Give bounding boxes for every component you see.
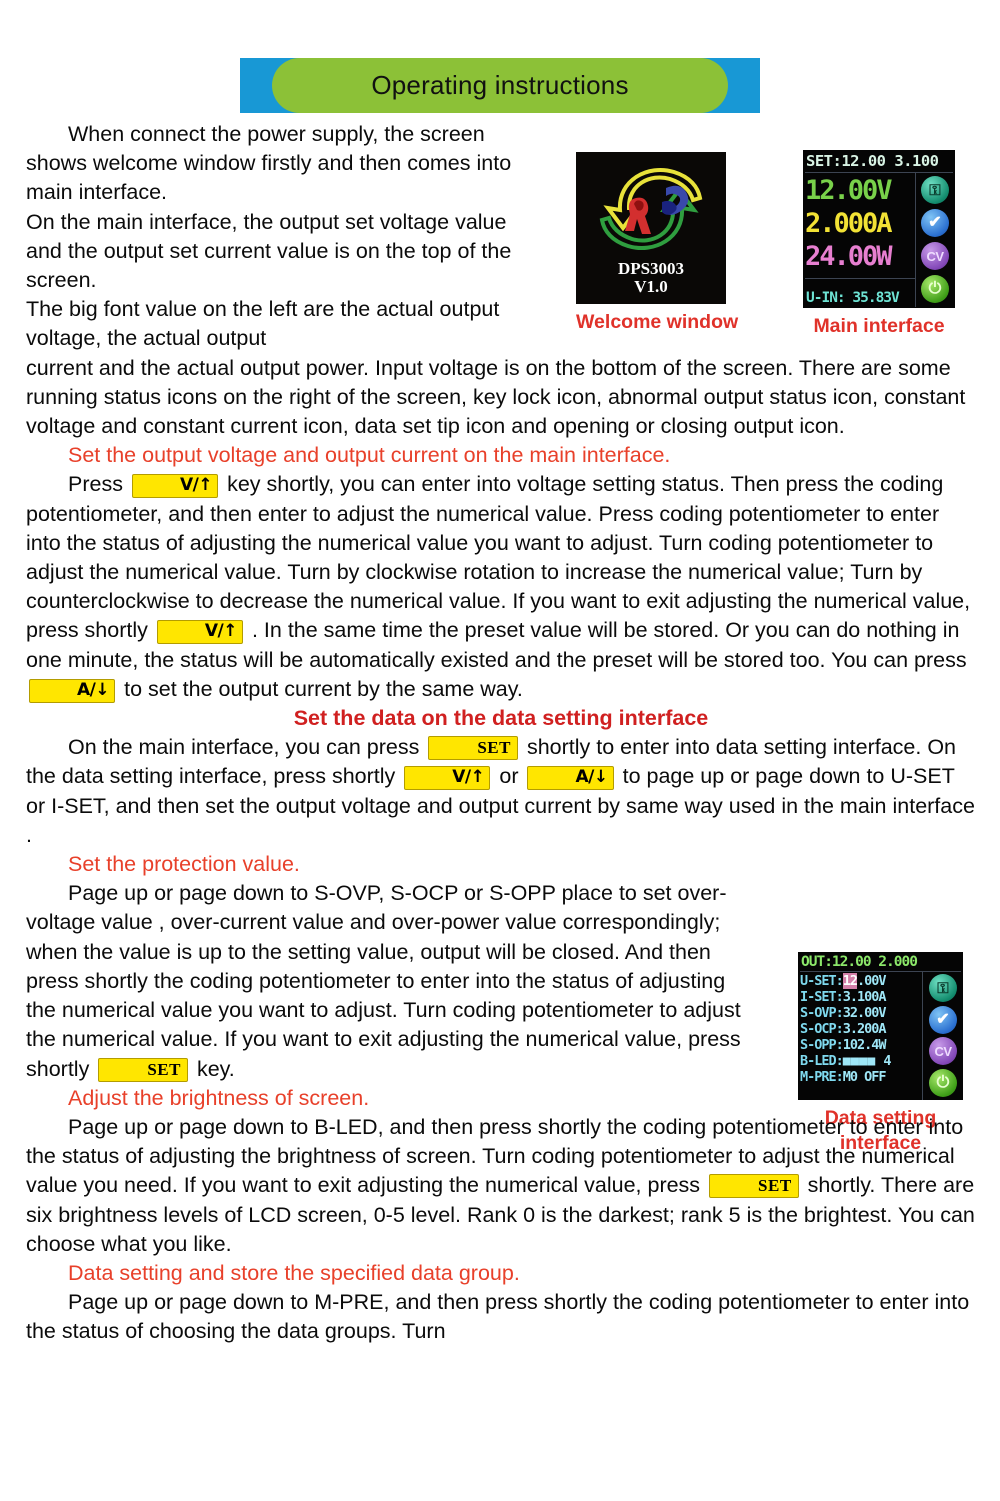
- paragraph-voltage-setting: Press V/↑ key shortly, you can enter int…: [26, 470, 976, 704]
- heading-data-setting: Set the data on the data setting interfa…: [293, 706, 709, 731]
- figure-wrap-spacer-top: [558, 120, 976, 335]
- key-set[interactable]: SET: [428, 736, 518, 761]
- paragraph-brightness: Page up or page down to B-LED, and then …: [26, 1113, 976, 1259]
- text-press-4: to set the output current by the same wa…: [124, 676, 523, 701]
- text-press-1: Press: [68, 472, 123, 497]
- text-ds-1: On the main interface, you can press: [68, 735, 420, 760]
- figure-wrap-spacer-data: [771, 879, 976, 1099]
- key-voltage-up[interactable]: V/↑: [404, 766, 491, 791]
- key-voltage-up[interactable]: V/↑: [156, 620, 243, 645]
- header-pill: Operating instructions: [272, 58, 728, 113]
- paragraph-big-font-b: current and the actual output power. Inp…: [26, 355, 966, 439]
- key-set[interactable]: SET: [98, 1057, 188, 1082]
- heading-set-output: Set the output voltage and output curren…: [68, 443, 671, 468]
- key-voltage-up[interactable]: V/↑: [131, 474, 219, 499]
- key-set[interactable]: SET: [709, 1174, 799, 1199]
- key-current-down[interactable]: A/↓: [527, 766, 614, 791]
- text-ds-3: or: [499, 764, 519, 789]
- paragraph-store-group: Page up or page down to M-PRE, and then …: [26, 1290, 970, 1344]
- instruction-body: When connect the power supply, the scree…: [26, 120, 976, 1347]
- text-pv-2: key.: [196, 1056, 235, 1081]
- heading-protection-value: Set the protection value.: [68, 852, 300, 877]
- page-header-banner: Operating instructions: [240, 58, 760, 113]
- text-pv-1: Page up or page down to S-OVP, S-OCP or …: [26, 881, 741, 1081]
- paragraph-data-setting: On the main interface, you can press SET…: [26, 733, 976, 850]
- heading-store-group: Data setting and store the specified dat…: [68, 1260, 520, 1285]
- key-current-down[interactable]: A/↓: [29, 678, 116, 703]
- page-title: Operating instructions: [371, 70, 629, 100]
